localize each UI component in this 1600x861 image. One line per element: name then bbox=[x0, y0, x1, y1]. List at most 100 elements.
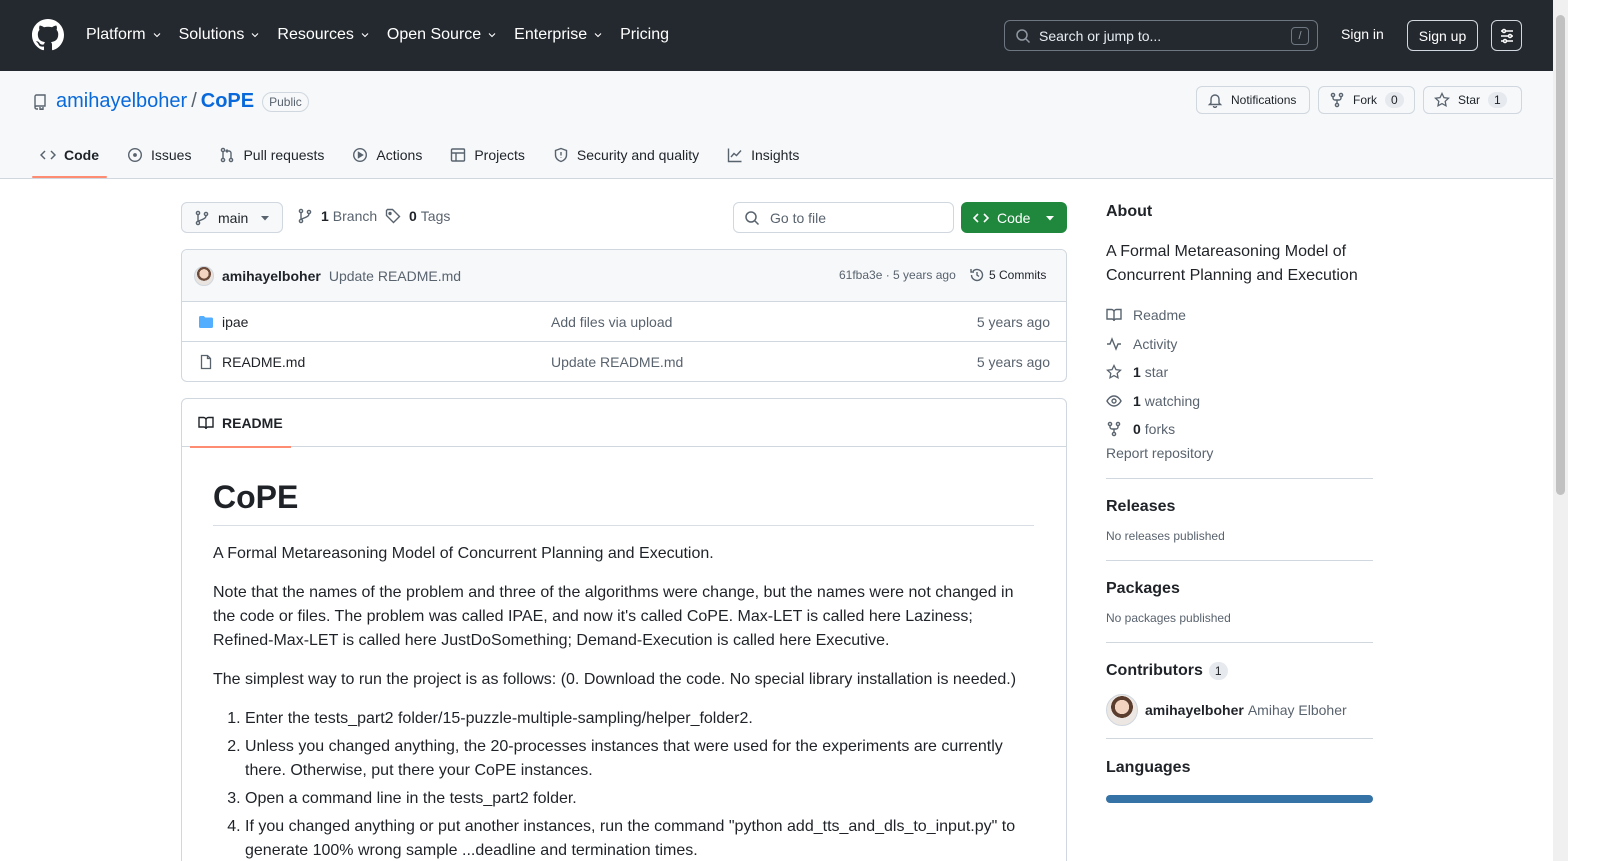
search-shortcut-hint: / bbox=[1291, 26, 1309, 45]
list-item: If you changed anything or put another i… bbox=[245, 815, 1034, 861]
nav-open-source[interactable]: Open Source bbox=[387, 24, 498, 46]
readme-tab-label: README bbox=[222, 415, 283, 431]
nav-enterprise-label: Enterprise bbox=[514, 26, 588, 43]
caret-down-icon bbox=[261, 215, 269, 220]
branch-selector[interactable]: main bbox=[181, 202, 283, 233]
releases-heading[interactable]: Releases bbox=[1106, 495, 1373, 519]
file-name-link[interactable]: README.md bbox=[222, 354, 305, 370]
avatar[interactable] bbox=[194, 265, 214, 286]
repo-title: amihayelboher / CoPE Public bbox=[32, 90, 309, 113]
tab-issues[interactable]: Issues bbox=[119, 135, 199, 175]
code-dropdown-button[interactable]: Code bbox=[961, 202, 1067, 233]
eye-icon bbox=[1106, 395, 1122, 407]
tab-actions[interactable]: Actions bbox=[344, 135, 430, 175]
list-item: Open a command line in the tests_part2 f… bbox=[245, 787, 1034, 811]
global-header: Platform Solutions Resources Open Source… bbox=[0, 0, 1553, 71]
packages-empty-text: No packages published bbox=[1106, 610, 1231, 625]
nav-platform[interactable]: Platform bbox=[86, 24, 163, 46]
search-input[interactable]: Search or jump to... / bbox=[1004, 20, 1318, 51]
go-to-file-input[interactable]: Go to file bbox=[733, 202, 954, 233]
shield-icon bbox=[554, 147, 568, 163]
issue-icon bbox=[127, 147, 143, 163]
forks-count: 0 bbox=[1133, 421, 1141, 438]
readme-paragraph: The simplest way to run the project is a… bbox=[213, 671, 1017, 688]
fork-icon bbox=[1330, 92, 1344, 108]
tags-link[interactable]: 0 Tags bbox=[385, 208, 450, 224]
nav-enterprise[interactable]: Enterprise bbox=[514, 24, 604, 46]
fork-button[interactable]: Fork 0 bbox=[1318, 86, 1415, 114]
star-icon bbox=[1434, 92, 1450, 108]
tab-pull-requests-label: Pull requests bbox=[243, 147, 325, 163]
tab-code-label: Code bbox=[64, 147, 99, 163]
stars-link[interactable]: 1 star bbox=[1106, 358, 1373, 387]
packages-heading[interactable]: Packages bbox=[1106, 577, 1373, 601]
nav-pricing[interactable]: Pricing bbox=[620, 24, 669, 46]
readme-link[interactable]: Readme bbox=[1106, 301, 1373, 330]
branch-icon bbox=[298, 208, 312, 224]
file-name-link[interactable]: ipae bbox=[222, 314, 248, 330]
bell-icon bbox=[1207, 94, 1223, 108]
file-commit-message[interactable]: Update README.md bbox=[551, 354, 683, 370]
code-button-label: Code bbox=[997, 209, 1031, 226]
language-bar bbox=[1106, 794, 1373, 803]
nav-resources-label: Resources bbox=[277, 26, 354, 43]
tab-pull-requests[interactable]: Pull requests bbox=[211, 135, 332, 175]
avatar[interactable] bbox=[1106, 693, 1138, 726]
file-commit-message[interactable]: Add files via upload bbox=[551, 314, 672, 330]
commit-message-link[interactable]: Update README.md bbox=[329, 268, 461, 284]
stars-count: 1 bbox=[1133, 364, 1141, 381]
notifications-button[interactable]: Notifications bbox=[1196, 86, 1310, 114]
commits-link[interactable]: 5 Commits bbox=[969, 267, 1046, 283]
go-to-file-placeholder: Go to file bbox=[770, 209, 827, 226]
forks-link[interactable]: 0 forks bbox=[1106, 415, 1373, 444]
branch-count: 1 bbox=[321, 208, 329, 224]
activity-link-label: Activity bbox=[1133, 335, 1178, 352]
repo-owner-link[interactable]: amihayelboher bbox=[56, 90, 187, 113]
nav-solutions[interactable]: Solutions bbox=[179, 24, 262, 46]
notifications-label: Notifications bbox=[1231, 93, 1297, 107]
pull-request-icon bbox=[221, 147, 234, 163]
repo-name-link[interactable]: CoPE bbox=[201, 90, 254, 113]
nav-resources[interactable]: Resources bbox=[277, 24, 370, 46]
branch-name: main bbox=[218, 209, 249, 226]
contributor-item[interactable]: amihayelboher Amihay Elboher bbox=[1106, 693, 1373, 726]
contributors-heading[interactable]: Contributors 1 bbox=[1106, 659, 1373, 683]
search-placeholder: Search or jump to... bbox=[1039, 27, 1162, 44]
search-icon bbox=[1016, 28, 1031, 43]
report-repository-link[interactable]: Report repository bbox=[1106, 445, 1373, 461]
watchers-link[interactable]: 1 watching bbox=[1106, 387, 1373, 416]
scrollbar-thumb[interactable] bbox=[1556, 15, 1565, 495]
tab-insights[interactable]: Insights bbox=[719, 135, 807, 175]
search-icon bbox=[745, 210, 760, 225]
contributors-heading-label: Contributors bbox=[1106, 661, 1203, 679]
readme-tab[interactable]: README bbox=[190, 399, 291, 448]
fork-count: 0 bbox=[1385, 92, 1404, 108]
table-row[interactable]: README.md Update README.md 5 years ago bbox=[182, 342, 1066, 381]
menu-button[interactable] bbox=[1491, 20, 1522, 51]
sign-in-link[interactable]: Sign in bbox=[1341, 26, 1384, 42]
commit-hash-time[interactable]: 61fba3e · 5 years ago bbox=[839, 268, 956, 282]
tag-count: 0 bbox=[409, 208, 417, 224]
activity-link[interactable]: Activity bbox=[1106, 330, 1373, 359]
nav-open-source-label: Open Source bbox=[386, 26, 482, 43]
watching-label: watching bbox=[1144, 392, 1201, 409]
table-icon bbox=[451, 148, 466, 162]
star-icon bbox=[1106, 364, 1122, 380]
chevron-down-icon bbox=[252, 33, 259, 38]
github-logo-icon[interactable] bbox=[32, 19, 64, 51]
contributors-count: 1 bbox=[1208, 661, 1228, 680]
file-age: 5 years ago bbox=[976, 313, 1050, 330]
tab-code[interactable]: Code bbox=[32, 135, 107, 178]
commit-author-link[interactable]: amihayelboher bbox=[222, 268, 321, 284]
star-button[interactable]: Star 1 bbox=[1423, 86, 1522, 114]
branches-link[interactable]: 1 Branch bbox=[297, 208, 377, 224]
sign-up-button[interactable]: Sign up bbox=[1407, 20, 1478, 51]
table-row[interactable]: ipae Add files via upload 5 years ago bbox=[182, 302, 1066, 342]
divider bbox=[1106, 737, 1373, 739]
tab-security[interactable]: Security and quality bbox=[545, 135, 707, 175]
repo-header: amihayelboher / CoPE Public Notification… bbox=[0, 71, 1553, 179]
repo-tabs: Code Issues Pull requests Actions Projec… bbox=[32, 135, 819, 178]
contributor-login[interactable]: amihayelboher bbox=[1145, 702, 1244, 718]
tab-projects[interactable]: Projects bbox=[442, 135, 533, 175]
forks-label: forks bbox=[1144, 421, 1176, 438]
